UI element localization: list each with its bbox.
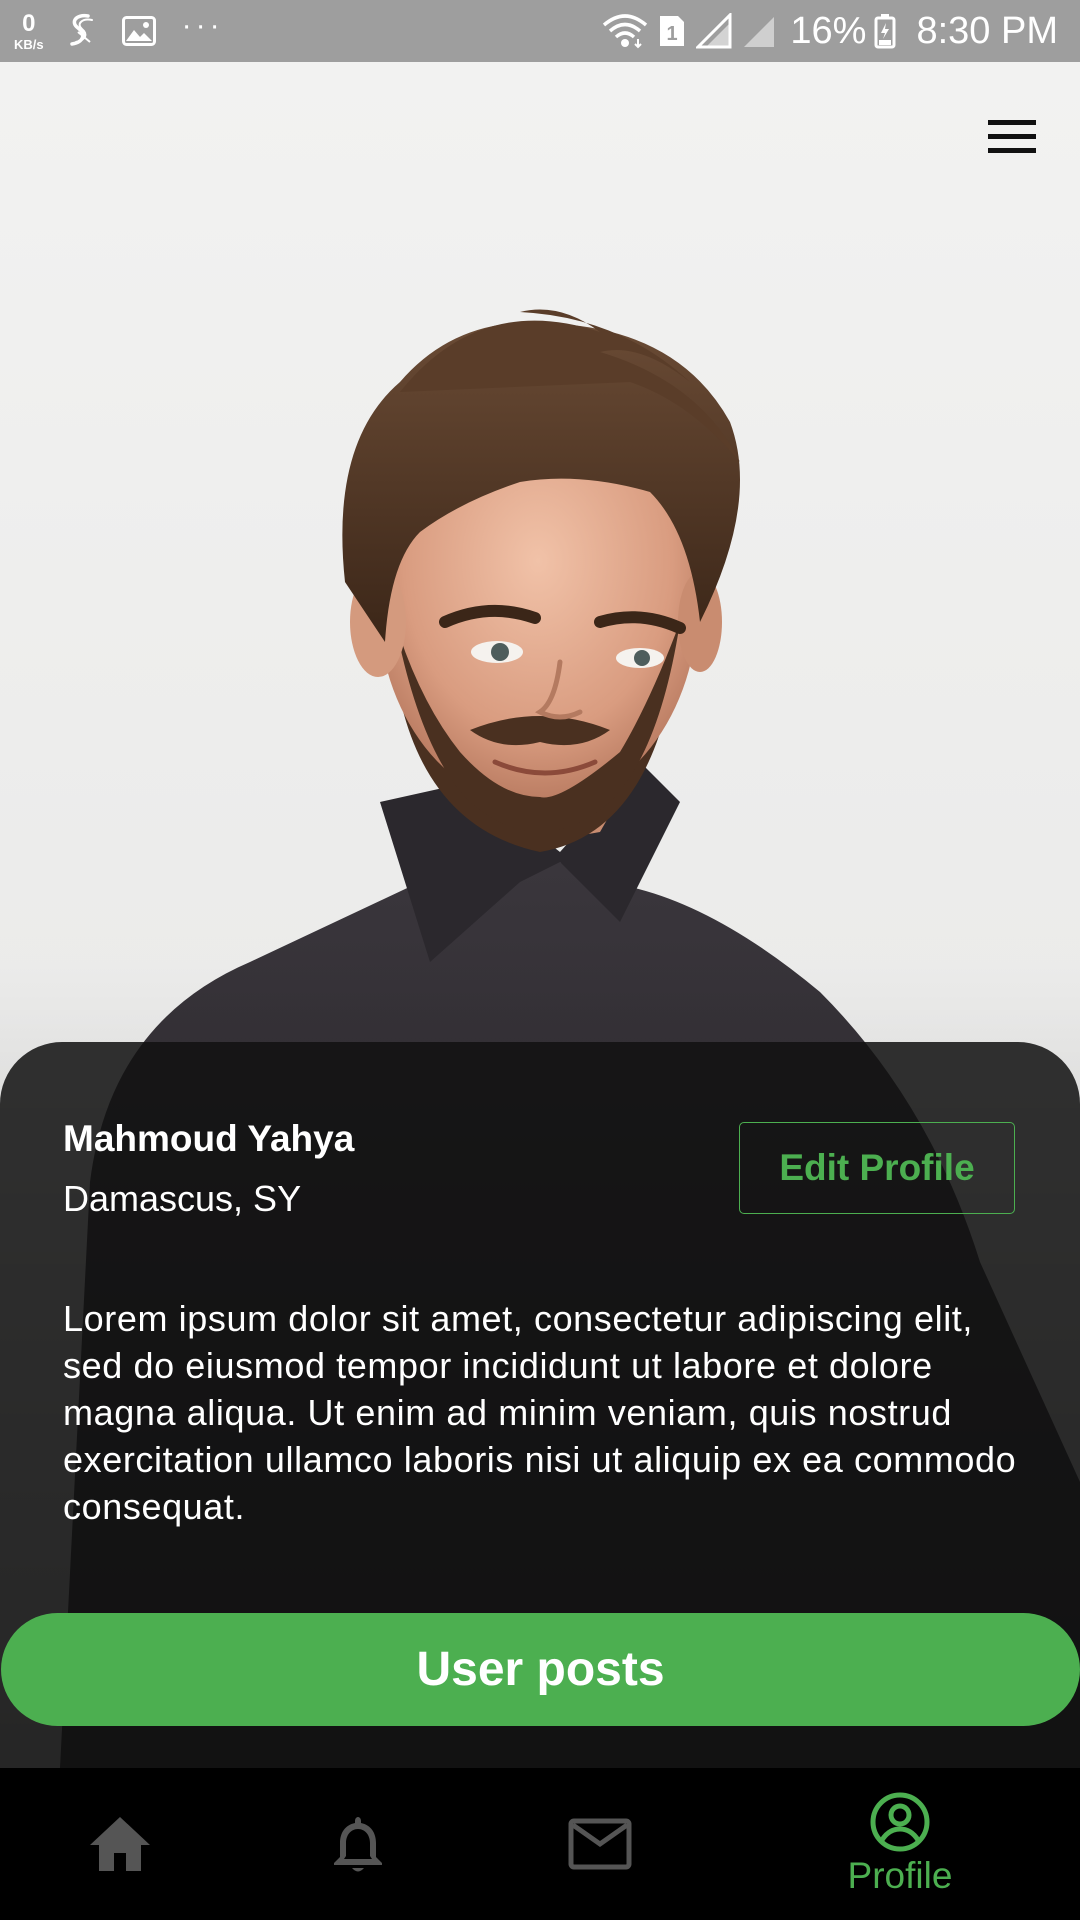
wifi-icon <box>602 13 648 49</box>
nav-profile-label: Profile <box>847 1855 953 1896</box>
sim-slot-icon: 1 <box>658 14 686 48</box>
data-rate-value: 0 <box>22 9 36 37</box>
data-rate-unit: KB/s <box>14 36 44 52</box>
nav-profile[interactable]: Profile <box>820 1768 980 1920</box>
signal-sim1-icon <box>696 13 732 49</box>
home-icon <box>90 1817 150 1871</box>
user-posts-button[interactable]: User posts <box>1 1613 1080 1726</box>
status-bar: 0 KB/s ··· 1 16% 8:30 PM <box>0 0 1080 62</box>
battery-percent: 16% <box>790 9 867 52</box>
profile-name: Mahmoud Yahya <box>63 1118 355 1159</box>
edit-profile-button[interactable]: Edit Profile <box>739 1122 1015 1214</box>
hamburger-menu-icon[interactable] <box>984 114 1042 160</box>
more-notifications-icon: ··· <box>181 9 224 42</box>
clock: 8:30 PM <box>916 9 1058 52</box>
bell-icon <box>334 1817 382 1872</box>
nav-notifications[interactable] <box>298 1768 418 1920</box>
status-bar-left: 0 KB/s ··· <box>14 8 224 54</box>
data-rate-indicator: 0 KB/s <box>14 9 44 52</box>
mail-icon <box>568 1818 632 1870</box>
battery-icon <box>874 13 896 49</box>
account-circle-icon <box>870 1792 930 1852</box>
sim-slot-number: 1 <box>667 23 678 45</box>
profile-bio: Lorem ipsum dolor sit amet, consectetur … <box>63 1298 1017 1527</box>
signal-sim2-icon <box>742 13 776 49</box>
gallery-icon <box>121 16 156 46</box>
profile-location: Damascus, SY <box>63 1178 302 1219</box>
nav-messages[interactable] <box>540 1768 660 1920</box>
sync-app-icon <box>66 12 96 50</box>
nav-home[interactable] <box>60 1768 180 1920</box>
bottom-navigation: Profile <box>0 1768 1080 1920</box>
status-bar-right: 1 16% 8:30 PM <box>602 8 1058 54</box>
profile-screen: 0 KB/s ··· 1 16% 8:30 PM Mahmoud Yahya D… <box>0 0 1080 1920</box>
